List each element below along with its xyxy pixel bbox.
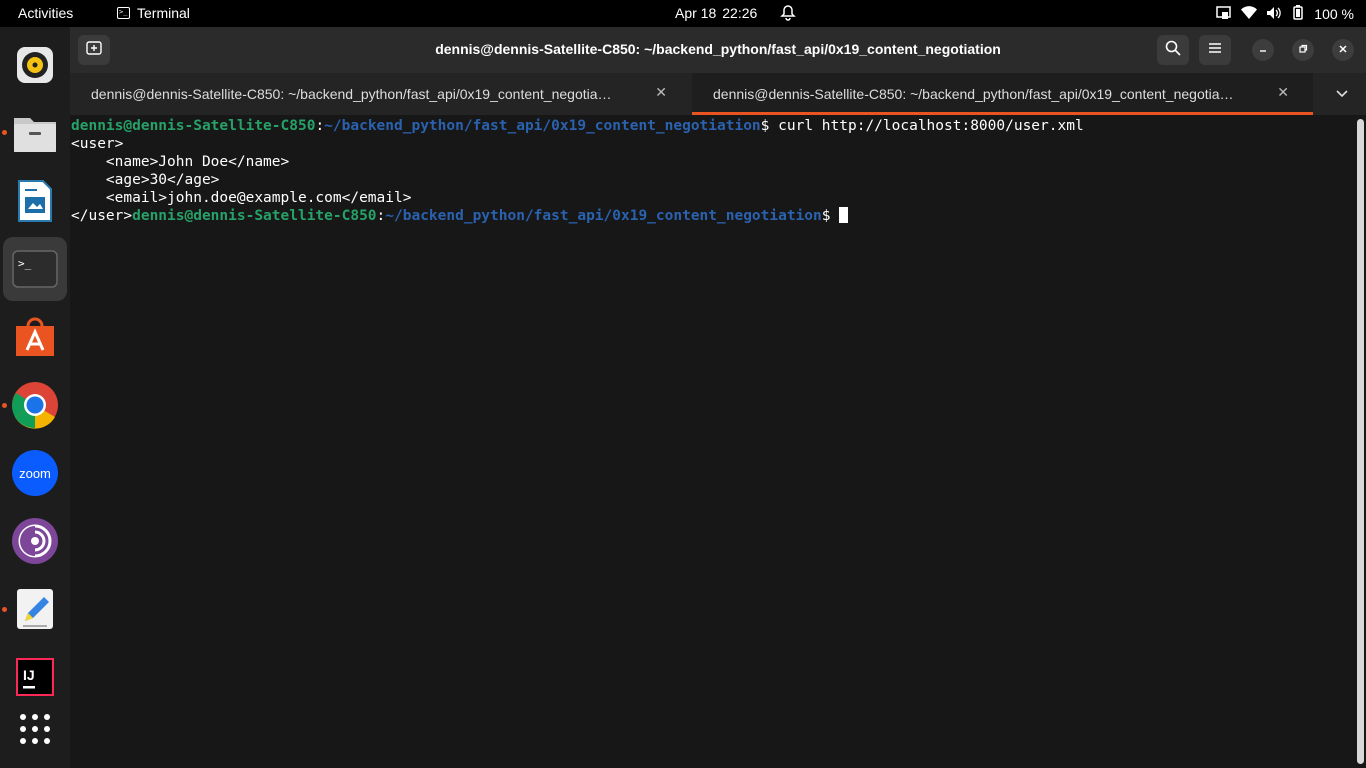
prompt-user: dennis@dennis-Satellite-C850: [71, 118, 316, 134]
date-label: Apr 18: [675, 5, 717, 21]
prompt-user: dennis@dennis-Satellite-C850: [132, 208, 377, 224]
search-icon: [1165, 40, 1181, 61]
tab-1[interactable]: dennis@dennis-Satellite-C850: ~/backend_…: [70, 73, 691, 115]
close-icon: [1338, 43, 1348, 57]
top-bar: Activities >_ Terminal Apr 18 22:26 100 …: [0, 0, 1366, 27]
zoom-label: zoom: [19, 466, 51, 481]
files-icon[interactable]: [3, 101, 67, 165]
dock: >_ zoom IJ: [0, 27, 70, 768]
restore-button[interactable]: [1292, 39, 1314, 61]
tab-bar: dennis@dennis-Satellite-C850: ~/backend_…: [70, 73, 1366, 115]
battery-icon: [1291, 5, 1305, 23]
active-tab-indicator: [692, 112, 1313, 115]
wifi-icon: [1241, 6, 1258, 22]
prompt-path: ~/backend_python/fast_api/0x19_content_n…: [385, 208, 822, 224]
screen-share-icon: [1216, 5, 1232, 23]
scrollbar[interactable]: [1357, 119, 1364, 764]
terminal-app-icon: >_: [117, 7, 130, 19]
command-text: curl http://localhost:8000/user.xml: [778, 118, 1084, 134]
hamburger-menu-icon: [1208, 41, 1222, 59]
clock[interactable]: Apr 18 22:26: [675, 5, 757, 21]
rhythmbox-icon[interactable]: [3, 33, 67, 97]
command-line: dennis@dennis-Satellite-C850:~/backend_p…: [71, 118, 1084, 134]
tab-close-icon[interactable]: ✕: [1277, 84, 1289, 101]
volume-icon: [1266, 6, 1282, 23]
text-editor-icon[interactable]: [3, 577, 67, 641]
chevron-down-icon[interactable]: [1336, 85, 1348, 103]
writer-icon[interactable]: [3, 169, 67, 233]
svg-text:>_: >_: [18, 257, 32, 270]
tab-label: dennis@dennis-Satellite-C850: ~/backend_…: [713, 86, 1234, 102]
search-button[interactable]: [1157, 35, 1189, 65]
tab-close-icon[interactable]: ✕: [655, 84, 667, 101]
output-line: <user>: [71, 136, 124, 152]
minimize-button[interactable]: [1252, 39, 1274, 61]
show-apps-icon[interactable]: [3, 697, 67, 761]
tab-label: dennis@dennis-Satellite-C850: ~/backend_…: [91, 86, 612, 102]
prompt-symbol: $: [821, 208, 840, 224]
app-menu[interactable]: >_ Terminal: [117, 5, 190, 21]
menu-button[interactable]: [1199, 35, 1231, 65]
app-center-icon[interactable]: [3, 305, 67, 369]
terminal-output[interactable]: dennis@dennis-Satellite-C850:~/backend_p…: [71, 117, 1351, 767]
prompt-line: </user>dennis@dennis-Satellite-C850:~/ba…: [71, 207, 1351, 225]
notification-bell-icon[interactable]: [780, 4, 796, 24]
activities-button[interactable]: Activities: [18, 5, 73, 21]
intellij-label: IJ: [23, 667, 35, 683]
restore-icon: [1298, 43, 1308, 57]
system-status-area[interactable]: 100 %: [1216, 5, 1354, 23]
minimize-icon: [1258, 43, 1268, 57]
tor-icon[interactable]: [3, 509, 67, 573]
battery-percent: 100 %: [1314, 6, 1354, 22]
output-line: <name>John Doe</name>: [71, 154, 290, 170]
close-button[interactable]: [1332, 39, 1354, 61]
chrome-icon[interactable]: [3, 373, 67, 437]
output-line: <email>john.doe@example.com</email>: [71, 190, 412, 206]
app-name: Terminal: [137, 5, 190, 21]
zoom-icon[interactable]: zoom: [3, 441, 67, 505]
header-bar: dennis@dennis-Satellite-C850: ~/backend_…: [70, 27, 1366, 73]
prompt-path: ~/backend_python/fast_api/0x19_content_n…: [324, 118, 761, 134]
output-line: <age>30</age>: [71, 172, 220, 188]
text-cursor: [839, 207, 849, 223]
output-text: </user>: [71, 208, 133, 224]
terminal-icon[interactable]: >_: [3, 237, 67, 301]
terminal-window: dennis@dennis-Satellite-C850: ~/backend_…: [70, 27, 1366, 768]
tab-2[interactable]: dennis@dennis-Satellite-C850: ~/backend_…: [692, 73, 1313, 115]
prompt-symbol: $: [760, 118, 779, 134]
time-label: 22:26: [722, 5, 758, 21]
